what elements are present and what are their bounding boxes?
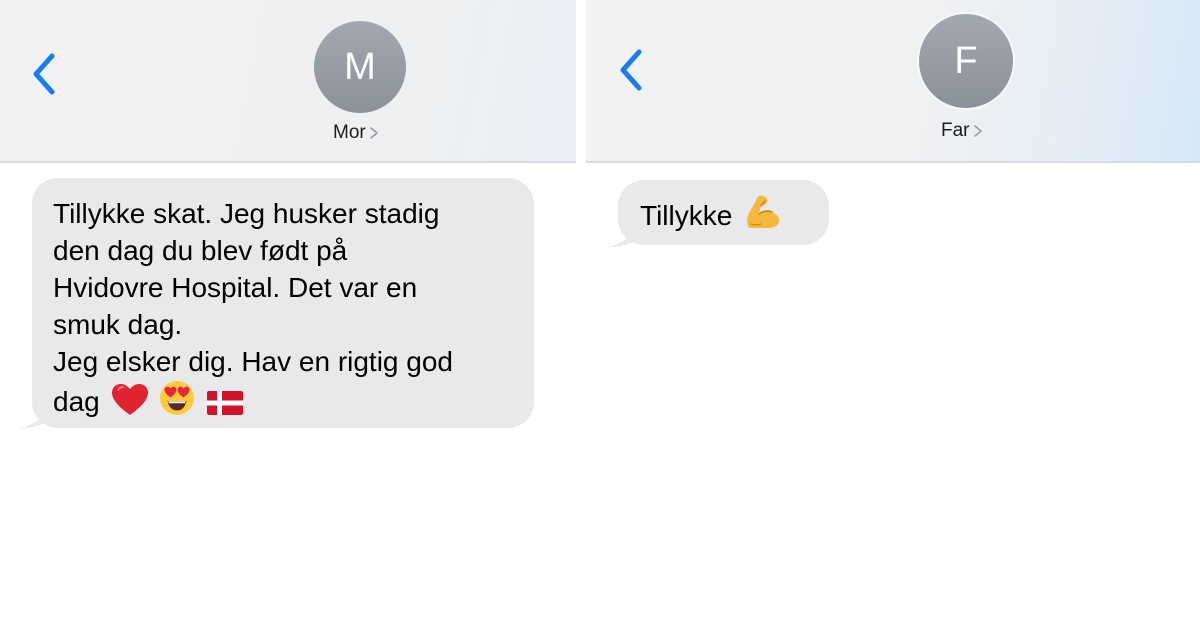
contact-name: Far (941, 120, 970, 141)
panel-divider (576, 0, 586, 627)
message-line: Tillykke skat. Jeg husker stadig (53, 198, 440, 229)
screenshot-collage: M Mor Tillykke skat. Jeg husker stadig d… (0, 0, 1200, 627)
message-bubble-received[interactable]: Tillykke skat. Jeg husker stadig den dag… (32, 178, 534, 428)
message-line: Jeg elsker dig. Hav en rigtig god (53, 346, 453, 377)
message-line: dag (53, 386, 100, 417)
back-chevron-icon[interactable] (28, 51, 62, 97)
heart-eyes-emoji (159, 380, 195, 416)
message-line: Hvidovre Hospital. Det var en (53, 272, 418, 303)
contact-avatar[interactable]: M (314, 21, 406, 113)
conversation-header: F Far (586, 0, 1200, 163)
conversation-header: M Mor (0, 0, 576, 163)
chevron-right-icon (369, 126, 379, 140)
danish-flag-emoji (207, 390, 244, 416)
contact-name-button[interactable]: Far (941, 120, 983, 142)
back-chevron-icon[interactable] (615, 47, 649, 93)
message-line: smuk dag. (53, 309, 183, 340)
message-text: Tillykke (640, 200, 733, 231)
conversation-far: F Far Tillykke (586, 0, 1200, 627)
red-heart-emoji (111, 384, 148, 416)
message-bubble-received[interactable]: Tillykke (618, 180, 829, 245)
conversation-mor: M Mor Tillykke skat. Jeg husker stadig d… (0, 0, 576, 627)
avatar-initial: F (954, 39, 978, 82)
avatar-initial: M (344, 45, 376, 88)
contact-name: Mor (333, 122, 366, 143)
contact-avatar[interactable]: F (919, 14, 1013, 108)
contact-name-button[interactable]: Mor (333, 122, 379, 144)
message-line: den dag du blev født på (53, 235, 348, 266)
chevron-right-icon (973, 124, 983, 138)
message-line-with-emojis: dag (53, 380, 523, 420)
flexed-biceps-emoji (744, 194, 782, 230)
